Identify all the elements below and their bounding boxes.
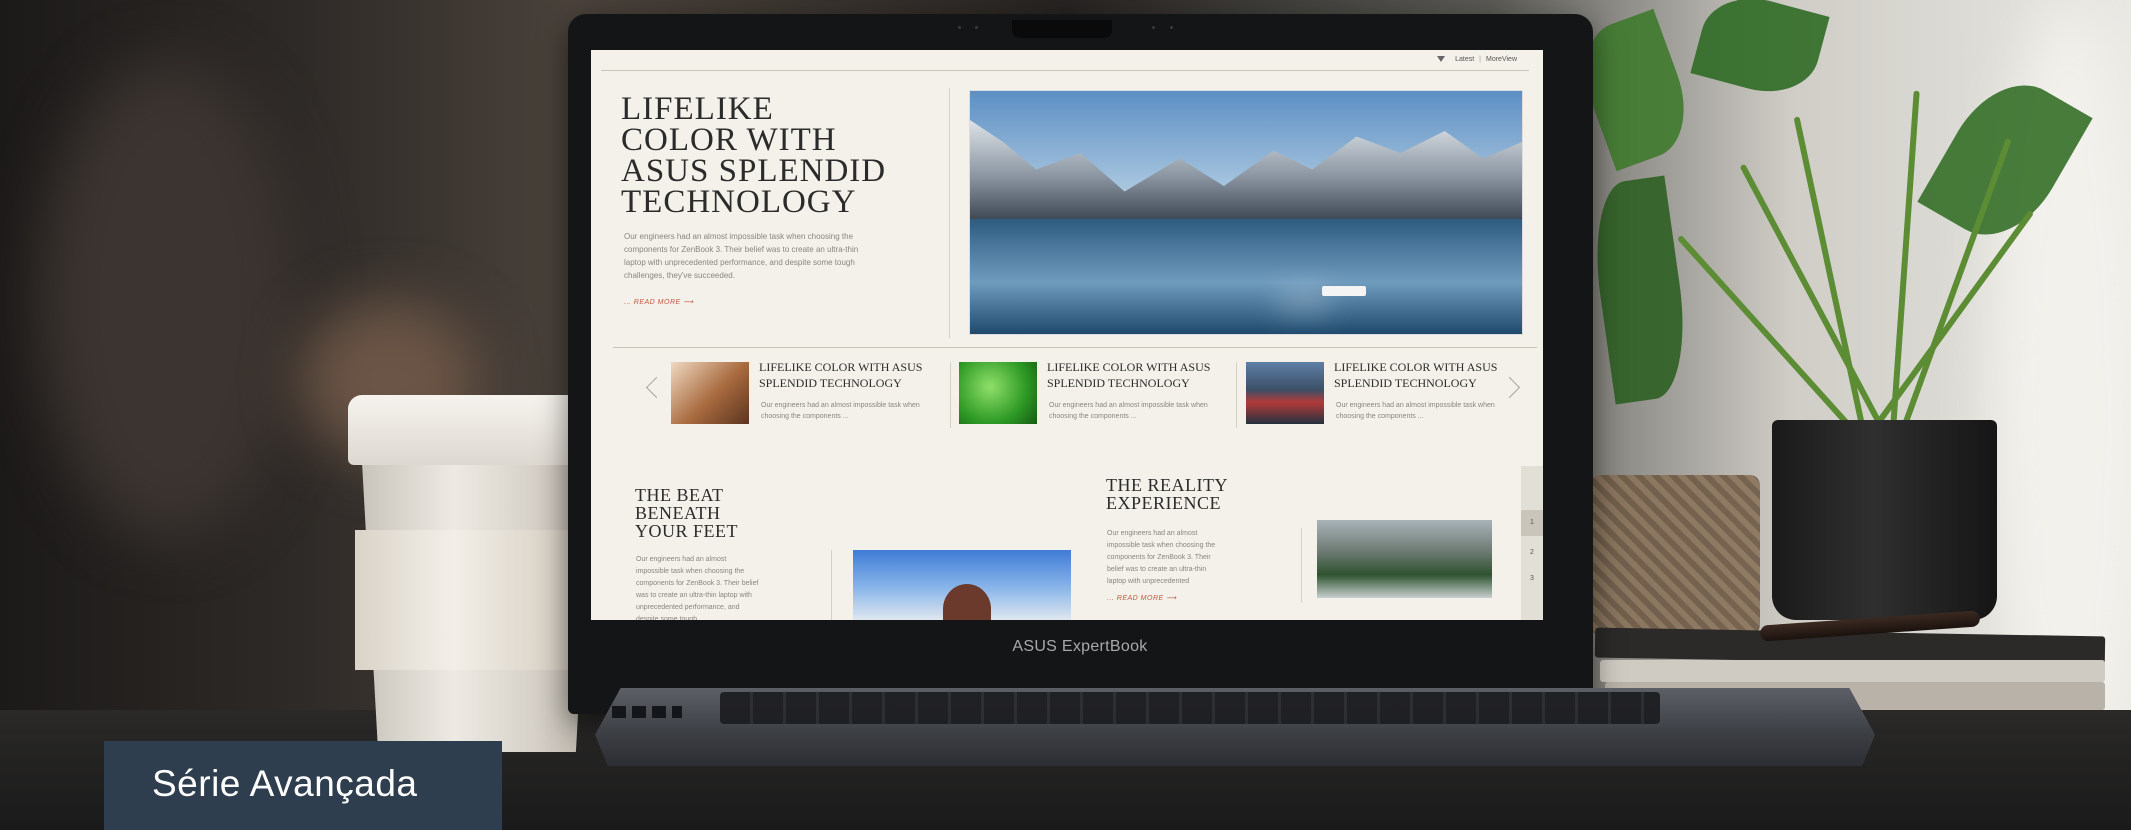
sensor-dot [1170, 26, 1173, 29]
divider [613, 347, 1537, 348]
card-title: LIFELIKE COLOR WITH ASUS SPLENDID TECHNO… [1334, 360, 1498, 390]
card-thumbnail [671, 362, 749, 424]
hero-title: LIFELIKE COLOR WITH ASUS SPLENDID TECHNO… [621, 91, 887, 220]
pager-page-3: 3 [1530, 575, 1534, 582]
article-card: LIFELIKE COLOR WITH ASUS SPLENDID TECHNO… [671, 360, 941, 432]
plant-leaf [1690, 0, 1830, 104]
boat [1322, 286, 1366, 296]
background-blur [40, 60, 300, 540]
card-text: Our engineers had an almost impossible t… [761, 402, 920, 420]
divider [949, 88, 950, 338]
nav-view: MoreView [1486, 56, 1517, 63]
page-pager: 1 2 3 [1521, 466, 1543, 620]
article-card: LIFELIKE COLOR WITH ASUS SPLENDID TECHNO… [959, 360, 1229, 432]
card-title: LIFELIKE COLOR WITH ASUS SPLENDID TECHNO… [759, 360, 923, 390]
plant-blade [1793, 116, 1866, 431]
webcam-icon [1012, 20, 1112, 38]
divider [1301, 528, 1302, 603]
pager-page-1: 1 [1521, 510, 1543, 536]
divider [831, 550, 832, 620]
hero-body: Our engineers had an almost impossible t… [624, 232, 859, 280]
series-caption-label: Série Avançada [152, 763, 418, 804]
book [1600, 660, 2105, 682]
card-text: Our engineers had an almost impossible t… [1336, 402, 1495, 420]
card-thumbnail [959, 362, 1037, 424]
divider [950, 362, 951, 428]
divider [1236, 362, 1237, 428]
plant-pot [1772, 420, 1997, 620]
card-title: LIFELIKE COLOR WITH ASUS SPLENDID TECHNO… [1047, 360, 1211, 390]
hero-read-more: ... READ MORE ⟶ [624, 299, 694, 306]
section-title: THE BEAT BENEATH YOUR FEET [635, 485, 738, 541]
laptop-screen: Latest | MoreView LIFELIKE COLOR WITH ASUS… [591, 50, 1543, 620]
filter-icon [1437, 56, 1446, 63]
keyboard [720, 692, 1660, 724]
woven-basket [1590, 475, 1760, 635]
nav-latest: Latest [1455, 56, 1475, 63]
screen-top-nav: Latest | MoreView [1437, 56, 1517, 63]
section-body: Our engineers had an almost impossible t… [1107, 530, 1216, 585]
sensor-dot [975, 26, 978, 29]
sensor-dot [1152, 26, 1155, 29]
series-caption-badge: Série Avançada [104, 741, 502, 830]
section-body: Our engineers had an almost impossible t… [636, 556, 759, 620]
card-text: Our engineers had an almost impossible t… [1049, 402, 1208, 420]
section-title: THE REALITY EXPERIENCE [1106, 475, 1228, 513]
divider [601, 70, 1529, 71]
pager-page-2: 2 [1530, 549, 1534, 556]
chevron-left-icon [645, 376, 668, 399]
article-card: LIFELIKE COLOR WITH ASUS SPLENDID TECHNO… [1246, 360, 1516, 432]
product-photo: Latest | MoreView LIFELIKE COLOR WITH ASUS… [0, 0, 2131, 830]
laptop-brand-label: ASUS ExpertBook [1012, 638, 1148, 655]
sky-photo [853, 550, 1071, 620]
card-thumbnail [1246, 362, 1324, 424]
laptop-ports [612, 706, 682, 718]
hero-landscape-image [969, 90, 1523, 335]
sensor-dot [958, 26, 961, 29]
coffee-cup-sleeve [355, 530, 599, 670]
plant-leaf [1585, 175, 1695, 405]
section-read-more: ... READ MORE ⟶ [1107, 595, 1177, 602]
forest-photo [1317, 520, 1492, 598]
